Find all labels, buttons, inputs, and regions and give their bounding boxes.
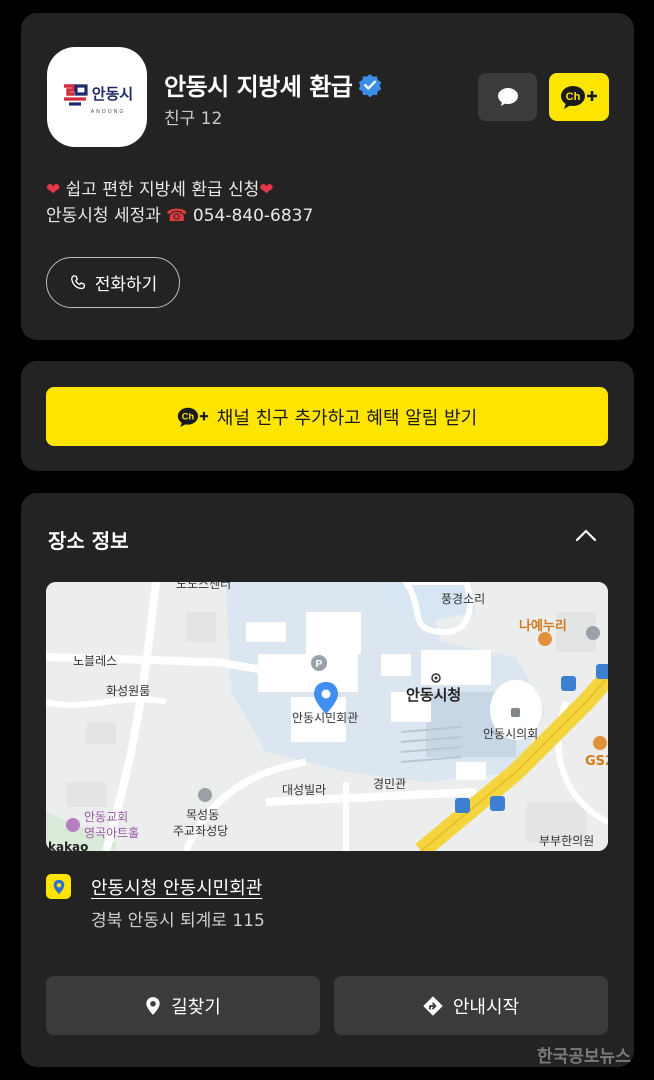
map-label: 풍경소리	[441, 592, 486, 606]
channel-logo[interactable]: 안동시 ANDONG	[47, 47, 147, 147]
map-label: 영곡아트홀	[84, 826, 140, 840]
map-label: 대성빌라	[282, 783, 327, 797]
svg-text:Ch: Ch	[182, 411, 195, 421]
map-label: 나예누리	[519, 619, 567, 634]
description-text: 쉽고 편한 지방세 환급 신청	[65, 180, 260, 200]
add-channel-icon-button[interactable]: Ch	[549, 73, 609, 121]
heart-icon: ❤	[259, 180, 274, 200]
kakao-map-logo: kakao	[48, 840, 89, 851]
start-navigation-button[interactable]: 안내시작	[334, 976, 608, 1035]
watermark-text: 한국공보뉴스	[537, 1047, 631, 1067]
description-line-1: ❤ 쉽고 편한 지방세 환급 신청❤	[46, 175, 274, 200]
section-title: 장소 정보	[48, 529, 129, 553]
map-label: 안동교회	[84, 810, 129, 824]
channel-plus-icon: Ch	[177, 407, 208, 427]
map-pin-icon	[146, 996, 160, 1015]
map-label: 안동시민회관	[292, 711, 359, 725]
add-channel-label: 채널 친구 추가하고 혜택 알림 받기	[216, 407, 478, 429]
directions-button[interactable]: 길찾기	[46, 976, 320, 1035]
chevron-up-icon[interactable]	[575, 527, 597, 543]
svg-text:Ch: Ch	[566, 91, 581, 103]
location-address: 경북 안동시 퇴계로 115	[91, 911, 265, 931]
add-channel-button[interactable]: Ch 채널 친구 추가하고 혜택 알림 받기	[46, 387, 608, 446]
navigation-turn-icon	[423, 996, 443, 1015]
logo-text: 안동시	[91, 85, 134, 103]
logo-subtext: ANDONG	[90, 108, 126, 115]
verified-badge-icon	[359, 73, 382, 97]
map-label: 안동시청	[406, 686, 462, 704]
location-pin-icon	[46, 874, 71, 899]
telephone-icon: ☎	[166, 206, 188, 226]
chat-bubble-icon	[497, 88, 518, 106]
map-label: GS2	[585, 754, 608, 769]
map-label: 주교좌성당	[173, 824, 229, 838]
location-map[interactable]: P 노도스센터 풍경소리 나예누리 노블레스 화성원룸 안동시청 안동시민회관 …	[46, 582, 608, 851]
map-label: 경민관	[373, 777, 407, 791]
heart-icon: ❤	[46, 180, 61, 200]
department-text: 안동시청 세정과	[46, 206, 161, 226]
profile-card: 안동시 ANDONG 안동시 지방세 환급 친구 12 Ch ❤ 쉽고 편한 지…	[21, 13, 634, 340]
place-info-card: 장소 정보 P 노도스센터 풍경소리 나예누리 노블레스 화성원룸 안동시청 안…	[21, 493, 634, 1067]
description-line-2: 안동시청 세정과 ☎ 054-840-6837	[46, 201, 313, 226]
svg-text:P: P	[316, 659, 323, 670]
channel-plus-icon: Ch	[561, 86, 597, 109]
map-label: 안동시의회	[483, 727, 539, 741]
friend-count: 친구 12	[164, 109, 223, 129]
call-button[interactable]: 전화하기	[46, 257, 180, 308]
add-channel-card: Ch 채널 친구 추가하고 혜택 알림 받기	[21, 361, 634, 471]
map-label: 노도스센터	[176, 582, 232, 591]
map-label: 부부한의원	[539, 834, 595, 848]
map-label: 목성동	[186, 808, 220, 822]
location-name-link[interactable]: 안동시청 안동시민회관	[91, 874, 262, 900]
map-label: 노블레스	[73, 654, 118, 668]
chat-button[interactable]	[478, 73, 537, 121]
andong-logo-icon	[63, 83, 88, 106]
title-row: 안동시 지방세 환급	[164, 67, 382, 102]
channel-title: 안동시 지방세 환급	[164, 73, 353, 101]
map-label: 화성원룸	[106, 684, 151, 698]
start-navigation-label: 안내시작	[452, 996, 520, 1018]
call-button-label: 전화하기	[94, 275, 158, 295]
phone-icon	[70, 274, 85, 289]
directions-label: 길찾기	[171, 996, 221, 1018]
phone-number: 054-840-6837	[192, 206, 314, 226]
